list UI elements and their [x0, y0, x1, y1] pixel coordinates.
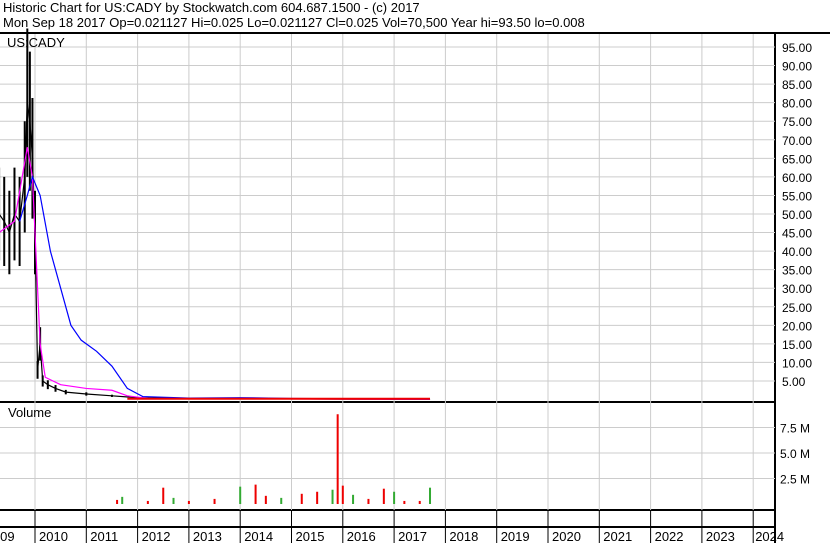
chart-window: Historic Chart for US:CADY by Stockwatch…: [0, 0, 830, 543]
volume-bar: [116, 499, 119, 504]
price-tick-label: 80.00: [782, 97, 812, 111]
year-label: 2016: [347, 529, 376, 543]
volume-bar: [367, 498, 370, 504]
volume-label: Volume: [8, 405, 51, 420]
volume-bar: [341, 485, 344, 504]
year-label: 2017: [398, 529, 427, 543]
volume-bar: [418, 500, 421, 504]
price-tick-label: 10.00: [782, 356, 812, 370]
price-tick-label: 55.00: [782, 189, 812, 203]
price-tick-label: 65.00: [782, 152, 812, 166]
volume-bar: [162, 487, 165, 504]
price-tick-label: 30.00: [782, 282, 812, 296]
year-label: 2010: [39, 529, 68, 543]
volume-bar: [316, 491, 319, 504]
symbol-label: US:CADY: [7, 35, 65, 50]
volume-bar: [172, 497, 175, 504]
year-label: 2018: [449, 529, 478, 543]
volume-bar: [393, 491, 396, 504]
price-tick-label: 25.00: [782, 301, 812, 315]
price-tick-label: 35.00: [782, 264, 812, 278]
volume-bar: [429, 487, 432, 504]
volume-bar: [239, 486, 242, 504]
price-tick-label: 70.00: [782, 134, 812, 148]
volume-bar: [382, 488, 385, 504]
volume-tick-label: 5.0 M: [780, 447, 810, 461]
price-volume-chart: 2009 2010 2011 2012 2013 2014 2015 2016 2017 2018…: [0, 28, 830, 543]
volume-bar: [187, 500, 190, 504]
volume-bar: [146, 500, 149, 504]
price-tick-label: 90.00: [782, 60, 812, 74]
volume-bar: [264, 495, 267, 504]
volume-bar: [280, 497, 283, 504]
volume-bar: [331, 489, 334, 504]
price-tick-label: 40.00: [782, 245, 812, 259]
year-label: 2023: [706, 529, 735, 543]
moving-average-fast: [0, 147, 431, 401]
price-tick-label: 50.00: [782, 208, 812, 222]
year-label: 2021: [603, 529, 632, 543]
price-tick-label: 85.00: [782, 78, 812, 92]
price-tick-label: 45.00: [782, 227, 812, 241]
year-label: 2019: [501, 529, 530, 543]
price-tick-label: 20.00: [782, 319, 812, 333]
volume-tick-label: 7.5 M: [780, 422, 810, 436]
price-tick-label: 5.00: [782, 375, 806, 389]
year-label: 2022: [655, 529, 684, 543]
volume-bar: [352, 494, 355, 504]
volume-bar: [336, 414, 339, 504]
year-label: 2013: [193, 529, 222, 543]
price-tick-label: 75.00: [782, 115, 812, 129]
volume-bar: [121, 496, 124, 504]
price-tick-label: 60.00: [782, 171, 812, 185]
volume-bar: [403, 500, 406, 504]
volume-tick-label: 2.5 M: [780, 473, 810, 487]
year-label: 2011: [90, 529, 118, 543]
year-label: 2014: [244, 529, 273, 543]
volume-bar: [300, 493, 303, 504]
year-label: 2024: [755, 529, 784, 543]
year-label: 2015: [296, 529, 325, 543]
year-label: 2009: [0, 529, 15, 543]
price-tick-label: 95.00: [782, 41, 812, 55]
year-label: 2020: [552, 529, 581, 543]
price-tick-label: 15.00: [782, 338, 812, 352]
volume-bar: [254, 484, 257, 504]
year-label: 2012: [142, 529, 171, 543]
volume-bar: [213, 498, 216, 504]
